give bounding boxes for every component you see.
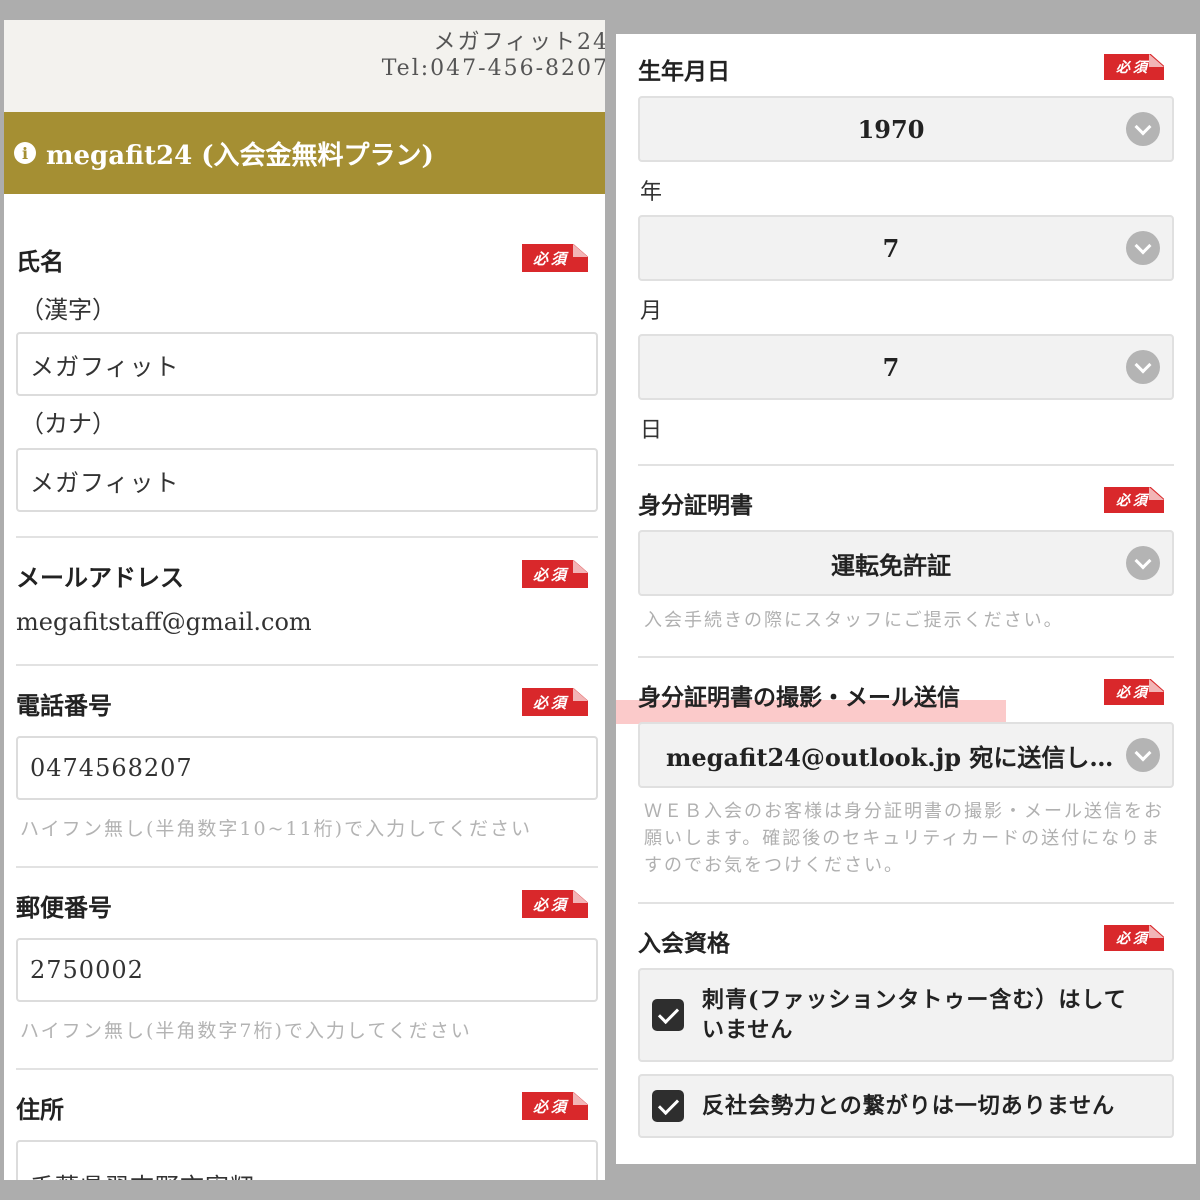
id-photo-value: megafit24@outlook.jp 宛に送信します bbox=[666, 742, 1116, 772]
eligibility-label: 入会資格 bbox=[638, 930, 730, 957]
left-form-panel: メガフィット24 Tel:047-456-8207 i megafit24 (入… bbox=[4, 20, 605, 1180]
required-badge: 必須 bbox=[1104, 487, 1164, 513]
month-unit: 月 bbox=[640, 299, 663, 324]
divider bbox=[638, 902, 1174, 904]
id-doc-value: 運転免許証 bbox=[831, 550, 951, 580]
no-tattoo-checkbox-row[interactable]: 刺青(ファッションタトゥー含む）はしていません bbox=[638, 968, 1174, 1062]
store-phone: Tel:047-456-8207 bbox=[381, 56, 605, 81]
divider bbox=[16, 1068, 598, 1070]
divider bbox=[16, 536, 598, 538]
plan-title: megafit24 (入会金無料プラン) bbox=[46, 140, 434, 171]
name-label: 氏名 bbox=[16, 247, 64, 276]
phone-label: 電話番号 bbox=[16, 691, 112, 720]
required-badge: 必須 bbox=[522, 688, 588, 716]
required-badge: 必須 bbox=[522, 890, 588, 918]
required-badge: 必須 bbox=[1104, 54, 1164, 80]
divider bbox=[16, 866, 598, 868]
chevron-down-icon bbox=[1126, 231, 1160, 265]
year-unit: 年 bbox=[640, 180, 663, 205]
email-value: megafitstaff@gmail.com bbox=[16, 608, 312, 636]
no-antisocial-label: 反社会勢力との繋がりは一切ありません bbox=[702, 1093, 1116, 1119]
required-badge: 必須 bbox=[1104, 925, 1164, 951]
divider bbox=[16, 664, 598, 666]
id-photo-hint: ＷＥＢ入会のお客様は身分証明書の撮影・メール送信をお願いします。確認後のセキュリ… bbox=[644, 801, 1164, 876]
postal-input[interactable]: 2750002 bbox=[16, 938, 598, 1002]
id-photo-label: 身分証明書の撮影・メール送信 bbox=[638, 684, 960, 711]
check-icon[interactable] bbox=[652, 1090, 684, 1122]
id-doc-hint: 入会手続きの際にスタッフにご提示ください。 bbox=[644, 610, 1064, 631]
day-unit: 日 bbox=[640, 418, 663, 443]
postal-hint: ハイフン無し(半角数字7桁)で入力してください bbox=[20, 1020, 472, 1042]
chevron-down-icon bbox=[1126, 546, 1160, 580]
phone-hint: ハイフン無し(半角数字10~11桁)で入力してください bbox=[20, 818, 532, 840]
birthdate-label: 生年月日 bbox=[638, 58, 730, 85]
info-icon: i bbox=[14, 142, 36, 164]
id-doc-label: 身分証明書 bbox=[638, 492, 753, 519]
kana-sublabel: （カナ） bbox=[20, 410, 116, 438]
phone-input[interactable]: 0474568207 bbox=[16, 736, 598, 800]
birth-day-select[interactable]: 7 bbox=[638, 334, 1174, 400]
divider bbox=[638, 656, 1174, 658]
birth-day-value: 7 bbox=[882, 352, 900, 382]
plan-title-bar: i megafit24 (入会金無料プラン) bbox=[4, 112, 605, 194]
required-badge: 必須 bbox=[1104, 679, 1164, 705]
id-doc-select[interactable]: 運転免許証 bbox=[638, 530, 1174, 596]
address-label: 住所 bbox=[16, 1095, 64, 1124]
birth-year-select[interactable]: 1970 bbox=[638, 96, 1174, 162]
no-antisocial-checkbox-row[interactable]: 反社会勢力との繋がりは一切ありません bbox=[638, 1074, 1174, 1138]
name-kana-input[interactable]: メガフィット bbox=[16, 448, 598, 512]
chevron-down-icon bbox=[1126, 738, 1160, 772]
id-photo-select[interactable]: megafit24@outlook.jp 宛に送信します bbox=[638, 722, 1174, 788]
required-badge: 必須 bbox=[522, 1092, 588, 1120]
email-label: メールアドレス bbox=[16, 563, 184, 592]
divider bbox=[638, 464, 1174, 466]
store-name: メガフィット24 bbox=[433, 30, 605, 55]
chevron-down-icon bbox=[1126, 112, 1160, 146]
store-header: メガフィット24 Tel:047-456-8207 bbox=[4, 20, 605, 112]
kanji-sublabel: （漢字） bbox=[20, 296, 116, 324]
required-badge: 必須 bbox=[522, 244, 588, 272]
postal-label: 郵便番号 bbox=[16, 893, 112, 922]
birth-year-value: 1970 bbox=[857, 114, 925, 144]
no-tattoo-label: 刺青(ファッションタトゥー含む）はしていません bbox=[702, 987, 1127, 1043]
birth-month-select[interactable]: 7 bbox=[638, 215, 1174, 281]
name-kanji-input[interactable]: メガフィット bbox=[16, 332, 598, 396]
address-input[interactable]: 千葉県習志野市実籾 bbox=[16, 1140, 598, 1180]
birth-month-value: 7 bbox=[882, 233, 900, 263]
right-form-panel: 生年月日 必須 1970 年 7 月 7 日 身分証明書 必須 運転免許証 入会… bbox=[616, 34, 1196, 1164]
chevron-down-icon bbox=[1126, 350, 1160, 384]
check-icon[interactable] bbox=[652, 999, 684, 1031]
required-badge: 必須 bbox=[522, 560, 588, 588]
